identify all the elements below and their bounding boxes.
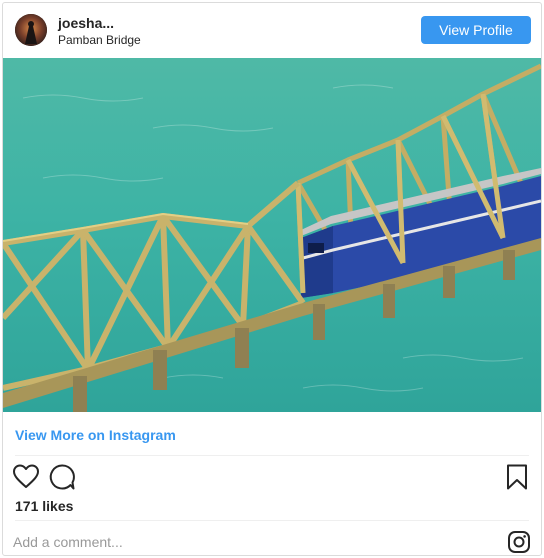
view-profile-button[interactable]: View Profile (421, 16, 531, 44)
heart-icon[interactable] (12, 463, 40, 491)
location-link[interactable]: Pamban Bridge (58, 33, 141, 47)
comment-icon[interactable] (48, 463, 76, 491)
comment-input[interactable] (13, 531, 483, 553)
username[interactable]: joesha... (58, 15, 114, 31)
divider (15, 520, 529, 521)
likes-count[interactable]: 171 likes (15, 498, 73, 514)
instagram-logo-icon[interactable] (507, 530, 531, 554)
avatar[interactable] (15, 14, 47, 46)
post-header: joesha... Pamban Bridge View Profile (3, 3, 541, 57)
post-photo[interactable] (3, 58, 541, 412)
instagram-embed-card: joesha... Pamban Bridge View Profile Vie… (2, 2, 542, 556)
view-more-on-instagram-link[interactable]: View More on Instagram (15, 427, 176, 443)
divider (15, 455, 529, 456)
bookmark-icon[interactable] (503, 463, 531, 491)
